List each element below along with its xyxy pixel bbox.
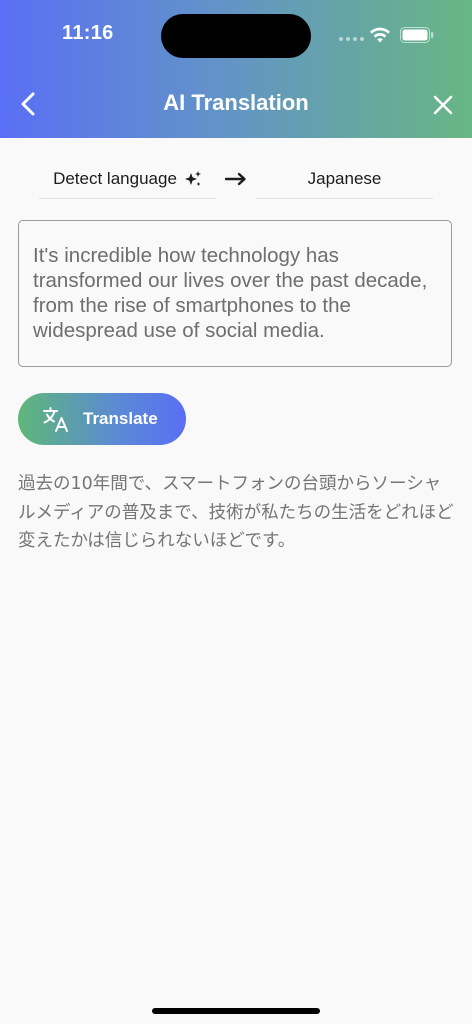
translate-button[interactable]: Translate (18, 393, 186, 445)
source-text-input[interactable]: It's incredible how technology has trans… (18, 220, 452, 367)
battery-icon (400, 27, 434, 43)
page-title: AI Translation (163, 90, 309, 115)
dynamic-island (161, 14, 311, 58)
sparkle-icon (184, 171, 201, 186)
source-language-label: Detect language (53, 169, 177, 188)
wifi-icon (370, 27, 390, 43)
home-indicator[interactable] (152, 1008, 320, 1014)
translation-result: 過去の10年間で、スマートフォンの台頭からソーシャルメディアの普及まで、技術が私… (18, 474, 454, 551)
source-language-selector[interactable]: Detect language (39, 160, 216, 199)
status-bar-time: 11:16 (62, 22, 114, 44)
close-icon[interactable] (430, 92, 456, 118)
app-header: 11:16 AI Translation (0, 0, 472, 138)
language-selector-row: Detect language Japanese (0, 160, 472, 200)
cellular-signal-icon (339, 37, 364, 41)
translate-button-label: Translate (83, 409, 158, 428)
translate-icon (43, 407, 68, 432)
target-language-selector[interactable]: Japanese (256, 160, 433, 199)
arrow-right-icon (224, 172, 246, 186)
